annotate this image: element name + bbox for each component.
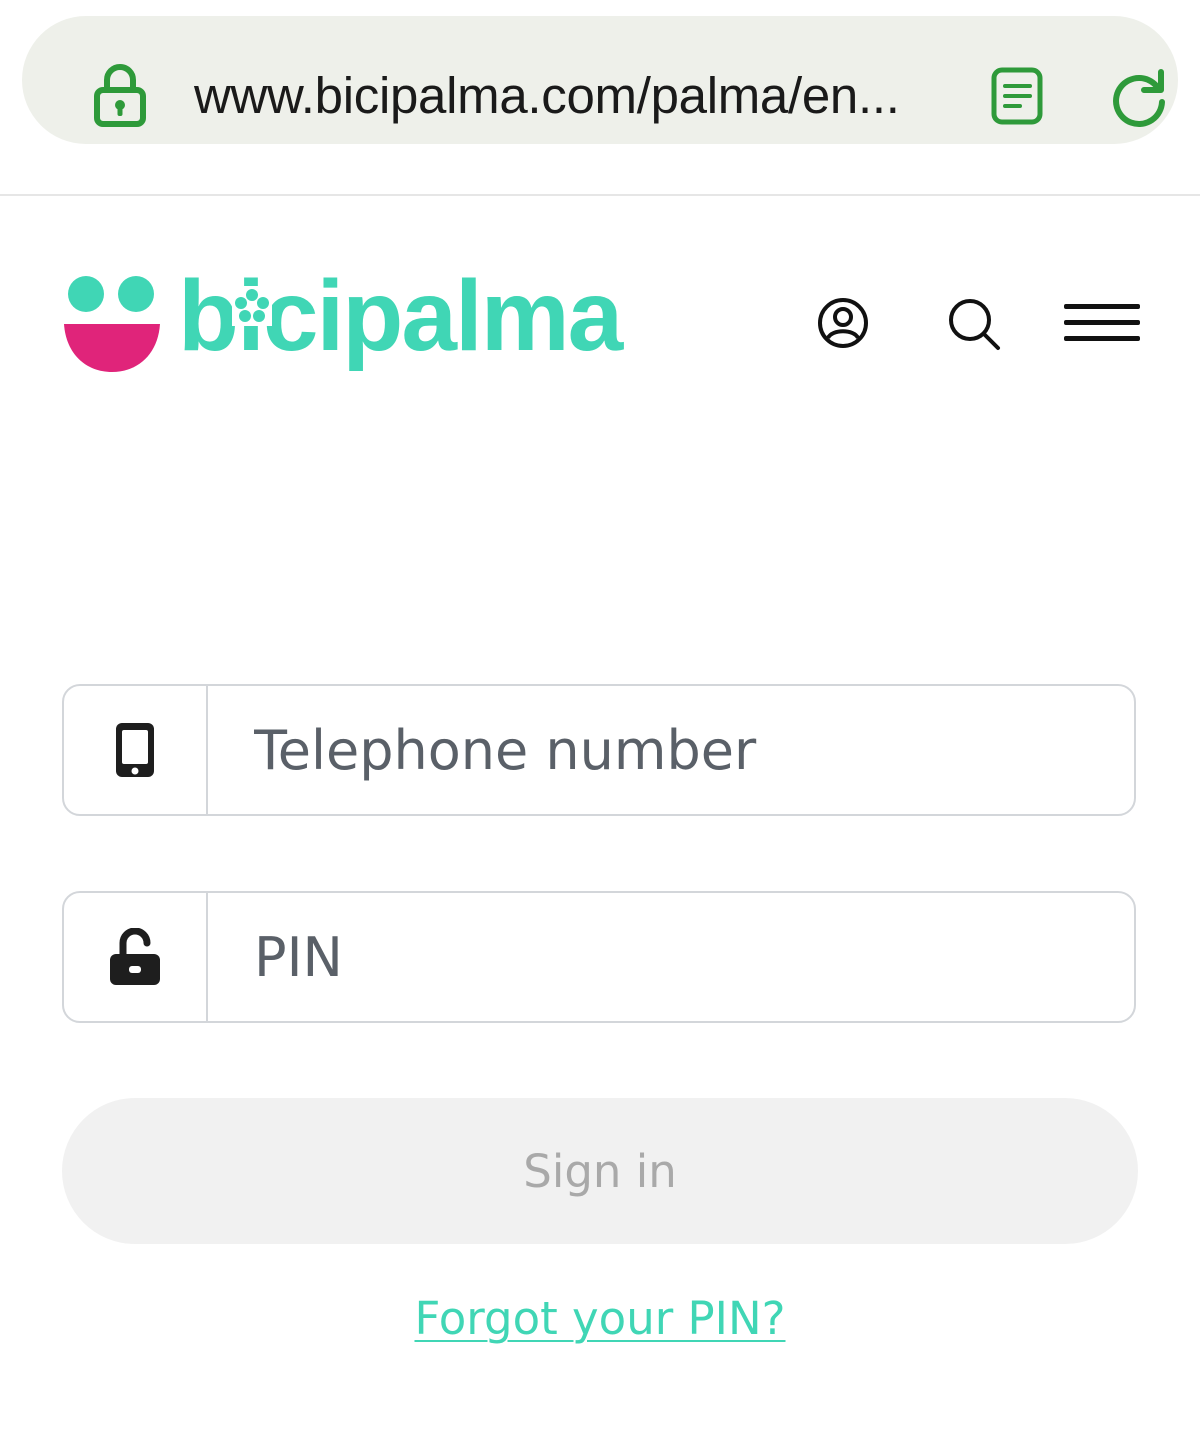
forgot-pin-label[interactable]: Forgot your PIN? xyxy=(414,1292,785,1345)
pin-addon xyxy=(64,893,208,1021)
url-text[interactable]: www.bicipalma.com/palma/en... xyxy=(194,66,900,125)
address-bar[interactable]: www.bicipalma.com/palma/en... xyxy=(22,16,1178,144)
divider xyxy=(0,194,1200,196)
page: www.bicipalma.com/palma/en... bicipalma xyxy=(0,0,1200,1443)
flower-icon xyxy=(232,286,272,326)
reader-mode-icon[interactable] xyxy=(990,66,1046,126)
phone-addon xyxy=(64,686,208,814)
phone-icon xyxy=(116,723,154,777)
unlock-icon xyxy=(110,928,160,985)
lock-icon[interactable] xyxy=(92,62,148,128)
logo-mark-icon[interactable] xyxy=(64,274,162,374)
account-icon[interactable] xyxy=(816,296,870,350)
phone-input[interactable] xyxy=(208,686,1128,814)
reload-icon[interactable] xyxy=(1108,66,1170,128)
phone-field xyxy=(62,684,1136,816)
search-icon[interactable] xyxy=(946,296,1002,352)
forgot-pin-link: Forgot your PIN? xyxy=(0,1292,1200,1345)
menu-icon[interactable] xyxy=(1064,300,1140,346)
pin-input[interactable] xyxy=(208,893,1128,1021)
sign-in-button[interactable]: Sign in xyxy=(62,1098,1138,1244)
pin-field xyxy=(62,891,1136,1023)
